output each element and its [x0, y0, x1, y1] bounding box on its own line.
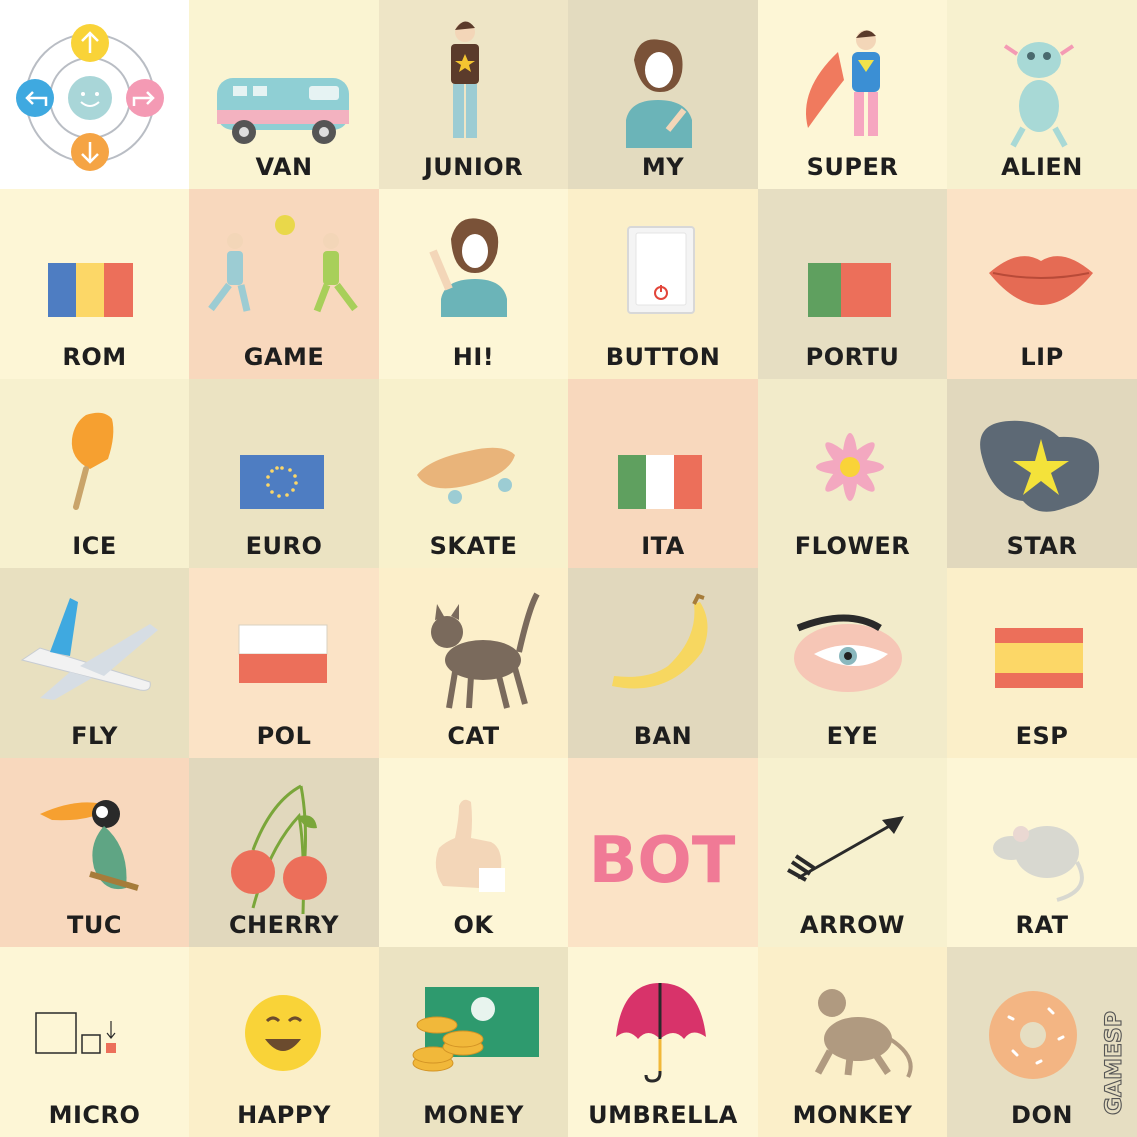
- cell-game[interactable]: GAME: [189, 189, 379, 379]
- cell-label: EYE: [826, 722, 879, 750]
- cell-rom[interactable]: ROM: [0, 189, 189, 379]
- cell-fly[interactable]: FLY: [0, 568, 189, 758]
- cell-label: CHERRY: [228, 911, 340, 939]
- cell-van[interactable]: VAN: [189, 0, 379, 189]
- cell-label: BUTTON: [605, 343, 721, 371]
- cell-label: CAT: [447, 722, 500, 750]
- cell-super[interactable]: SUPER: [758, 0, 947, 189]
- cell-cherry[interactable]: CHERRY: [189, 758, 379, 947]
- direction-controller[interactable]: [0, 0, 189, 189]
- cell-cat[interactable]: CAT: [379, 568, 568, 758]
- cell-label: PORTU: [805, 343, 900, 371]
- cell-label: FLY: [71, 722, 118, 750]
- cell-ban[interactable]: BAN: [568, 568, 758, 758]
- cell-label: ALIEN: [1001, 153, 1083, 181]
- cell-label: LIP: [1020, 343, 1064, 371]
- cell-umbrella[interactable]: UMBRELLA: [568, 947, 758, 1137]
- cell-rat[interactable]: RAT: [947, 758, 1137, 947]
- cell-happy[interactable]: HAPPY: [189, 947, 379, 1137]
- cell-label: JUNIOR: [423, 153, 524, 181]
- word-picture-board: VAN JUNIOR MY SUPER ALIEN ROM GAME HI! B…: [0, 0, 1137, 1137]
- cell-label: ITA: [641, 532, 685, 560]
- cell-my[interactable]: MY: [568, 0, 758, 189]
- cell-label: UMBRELLA: [588, 1101, 738, 1129]
- cell-label: HAPPY: [237, 1101, 331, 1129]
- cell-label: MY: [641, 153, 685, 181]
- cell-flower[interactable]: FLOWER: [758, 379, 947, 568]
- cell-hi[interactable]: HI!: [379, 189, 568, 379]
- cell-label: ARROW: [800, 911, 905, 939]
- cell-label: MONEY: [423, 1101, 524, 1129]
- cell-label: EURO: [245, 532, 323, 560]
- brand-text: GAMESP: [1102, 1011, 1127, 1115]
- cell-junior[interactable]: JUNIOR: [379, 0, 568, 189]
- cell-pol[interactable]: POL: [189, 568, 379, 758]
- right-turn-icon[interactable]: [0, 0, 189, 189]
- cell-star[interactable]: STAR: [947, 379, 1137, 568]
- cell-label: ESP: [1015, 722, 1069, 750]
- cell-button[interactable]: BUTTON: [568, 189, 758, 379]
- cell-label: VAN: [255, 153, 313, 181]
- cell-ice[interactable]: ICE: [0, 379, 189, 568]
- cell-label: ICE: [72, 532, 117, 560]
- cell-label: MONKEY: [792, 1101, 913, 1129]
- cell-label: GAME: [243, 343, 325, 371]
- cell-eye[interactable]: EYE: [758, 568, 947, 758]
- cell-euro[interactable]: EURO: [189, 379, 379, 568]
- cell-ita[interactable]: ITA: [568, 379, 758, 568]
- cell-arrow[interactable]: ARROW: [758, 758, 947, 947]
- cell-label: BAN: [633, 722, 693, 750]
- cell-label: SUPER: [806, 153, 899, 181]
- cell-label: POL: [256, 722, 312, 750]
- cell-money[interactable]: MONEY: [379, 947, 568, 1137]
- bot-word-icon: BOT: [589, 824, 736, 898]
- cell-label: FLOWER: [794, 532, 911, 560]
- cell-label: RAT: [1015, 911, 1069, 939]
- cell-esp[interactable]: ESP: [947, 568, 1137, 758]
- cell-label: HI!: [452, 343, 495, 371]
- cell-label: MICRO: [48, 1101, 141, 1129]
- cell-label: SKATE: [429, 532, 518, 560]
- cell-label: STAR: [1006, 532, 1078, 560]
- cell-label: ROM: [62, 343, 127, 371]
- cell-lip[interactable]: LIP: [947, 189, 1137, 379]
- cell-ok[interactable]: OK: [379, 758, 568, 947]
- cell-micro[interactable]: MICRO: [0, 947, 189, 1137]
- cell-tuc[interactable]: TUC: [0, 758, 189, 947]
- cell-portu[interactable]: PORTU: [758, 189, 947, 379]
- cell-label: OK: [453, 911, 494, 939]
- cell-skate[interactable]: SKATE: [379, 379, 568, 568]
- cell-monkey[interactable]: MONKEY: [758, 947, 947, 1137]
- cell-bot[interactable]: BOT: [568, 758, 758, 947]
- bot-word: BOT: [589, 824, 736, 898]
- cell-alien[interactable]: ALIEN: [947, 0, 1137, 189]
- gamesp-brand-logo: GAMESP: [1101, 1010, 1127, 1115]
- cell-label: TUC: [67, 911, 122, 939]
